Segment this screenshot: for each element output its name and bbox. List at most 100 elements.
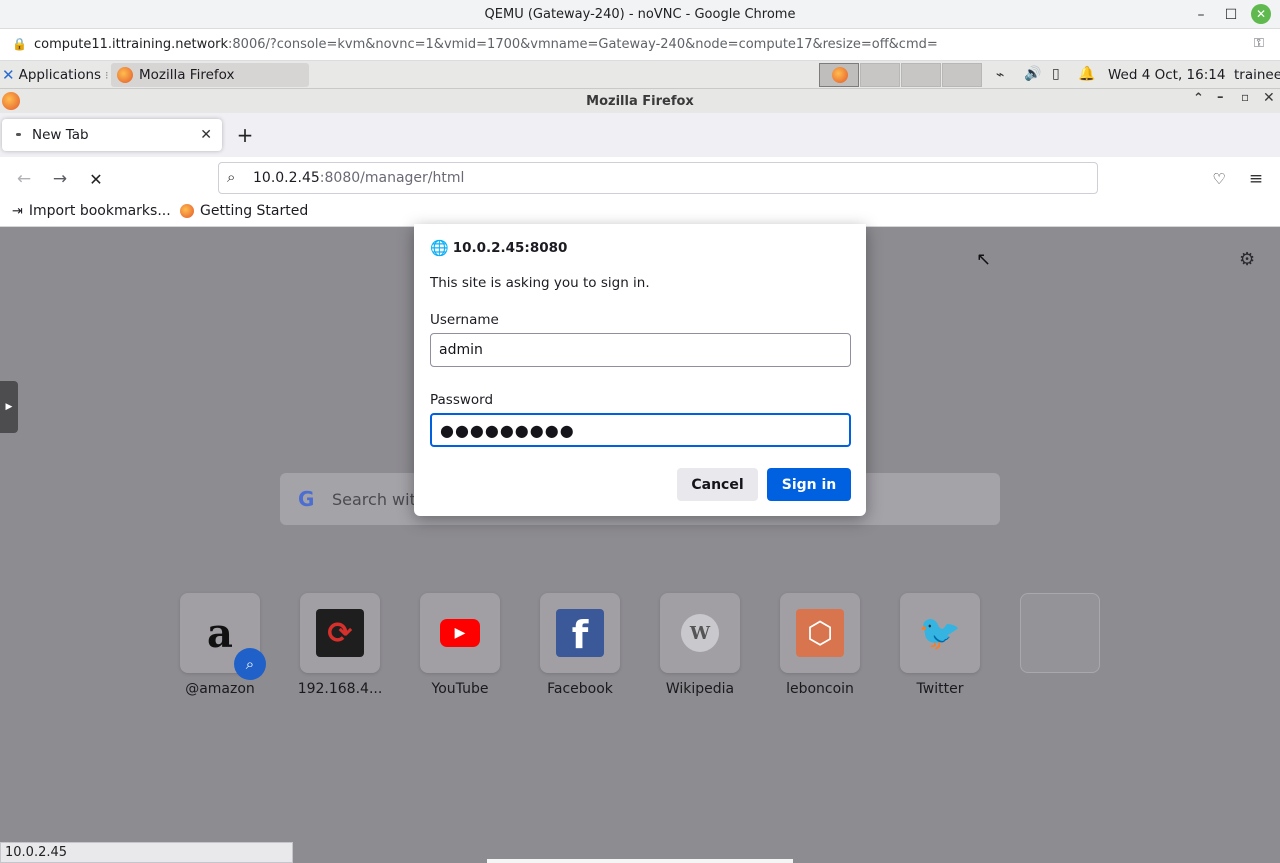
applications-label: Applications: [18, 67, 102, 83]
firefox-titlebar: Mozilla Firefox ⌃ – ▫ ✕: [0, 89, 1280, 113]
tab-label: New Tab: [32, 127, 89, 143]
sync-circle-icon: ⟳: [316, 609, 364, 657]
workspace-1[interactable]: [819, 63, 859, 87]
url-input[interactable]: ⌕ 10.0.2.45:8080/manager/html: [218, 162, 1098, 194]
firefox-icon: [117, 67, 133, 83]
xfce-logo-icon: ✕: [2, 66, 15, 84]
tile-label: Twitter: [916, 681, 964, 697]
tile-box: 🐦: [900, 593, 980, 673]
minimize-icon[interactable]: –: [1186, 0, 1216, 29]
wikipedia-globe-icon: W: [681, 614, 719, 652]
tile-label: 192.168.4...: [297, 681, 383, 697]
google-g-icon: G: [298, 487, 315, 511]
sidebar-expand-handle[interactable]: ▶: [0, 381, 18, 433]
workspace-2[interactable]: [860, 63, 900, 87]
dialog-host-text: 10.0.2.45:8080: [452, 240, 568, 256]
forward-arrow-icon[interactable]: →: [47, 166, 73, 192]
import-icon: ⇥: [12, 203, 23, 219]
close-icon[interactable]: ✕: [1251, 4, 1271, 24]
top-site-tile[interactable]: ▶ YouTube: [420, 593, 500, 697]
tile-box: W: [660, 593, 740, 673]
dialog-message: This site is asking you to sign in.: [430, 275, 650, 291]
chrome-url-host: compute11.ittraining.network: [34, 37, 229, 52]
amazon-icon: a: [196, 609, 244, 657]
tile-label: Wikipedia: [665, 681, 735, 697]
network-icon[interactable]: ⌁: [996, 67, 1004, 83]
separator-icon: ⁝: [105, 68, 109, 82]
tile-box: [1020, 593, 1100, 673]
maximize-icon[interactable]: ☐: [1216, 0, 1246, 29]
top-site-tile[interactable]: ⟳ 192.168.4...: [298, 593, 382, 697]
workspace-4[interactable]: [942, 63, 982, 87]
top-site-tile[interactable]: ⬡ leboncoin: [780, 593, 860, 697]
top-site-tile[interactable]: 🐦 Twitter: [900, 593, 980, 697]
cancel-button[interactable]: Cancel: [677, 468, 758, 501]
firefox-tabbar: New Tab ✕ +: [0, 113, 1280, 157]
youtube-play-icon: ▶: [440, 619, 480, 647]
panel-clock[interactable]: Wed 4 Oct, 16:14: [1108, 61, 1225, 89]
bookmarks-toolbar: ⇥ Import bookmarks... Getting Started: [0, 199, 1280, 227]
notification-bell-icon[interactable]: 🔔: [1078, 66, 1095, 82]
firefox-icon: [180, 204, 194, 218]
tile-box: ⟳: [300, 593, 380, 673]
lock-icon: 🔒: [12, 37, 27, 51]
bookmark-import[interactable]: ⇥ Import bookmarks...: [12, 203, 171, 219]
password-label: Password: [430, 392, 494, 408]
firefox-navbar: ← → ✕ ⌕ 10.0.2.45:8080/manager/html ♡ ≡: [0, 157, 1280, 199]
chrome-address-bar[interactable]: 🔒 compute11.ittraining.network:8006/?con…: [0, 29, 1280, 61]
search-placeholder: Search wit: [332, 489, 416, 509]
top-site-tile[interactable]: a ⌕ @amazon: [180, 593, 266, 697]
globe-icon: 🌐: [430, 239, 449, 257]
stop-loading-icon[interactable]: ✕: [83, 166, 109, 192]
top-site-tile[interactable]: W Wikipedia: [660, 593, 740, 697]
gear-icon[interactable]: ⚙: [1239, 249, 1255, 270]
tile-box: ▶: [420, 593, 500, 673]
tile-label: Facebook: [547, 681, 613, 697]
empty-site-tile[interactable]: [1020, 593, 1100, 673]
panel-user[interactable]: trainee: [1234, 61, 1280, 89]
tile-box: ⬡: [780, 593, 860, 673]
username-label: Username: [430, 312, 499, 328]
auth-dialog: 🌐 10.0.2.45:8080 This site is asking you…: [414, 224, 866, 516]
twitter-bird-icon: 🐦: [918, 613, 962, 653]
mouse-cursor-icon: ↖: [976, 249, 992, 270]
applications-menu[interactable]: ✕ Applications ⁝: [2, 61, 109, 89]
facebook-f-icon: f: [556, 609, 604, 657]
bookmark-getting-started[interactable]: Getting Started: [180, 203, 308, 219]
new-tab-plus-icon[interactable]: +: [233, 123, 257, 147]
minimize-icon[interactable]: –: [1217, 90, 1224, 105]
maximize-icon[interactable]: ▫: [1241, 90, 1249, 104]
username-field[interactable]: [430, 333, 851, 367]
volume-icon[interactable]: 🔊: [1024, 66, 1041, 82]
chrome-titlebar: QEMU (Gateway-240) - noVNC - Google Chro…: [0, 0, 1280, 29]
back-arrow-icon[interactable]: ←: [11, 166, 37, 192]
dialog-host: 🌐 10.0.2.45:8080: [430, 239, 567, 257]
hamburger-menu-icon[interactable]: ≡: [1243, 166, 1269, 192]
pocket-icon[interactable]: ♡: [1206, 166, 1232, 192]
bookmark-label: Getting Started: [200, 203, 309, 219]
tile-box: f: [540, 593, 620, 673]
taskbar-firefox[interactable]: Mozilla Firefox: [111, 63, 309, 87]
search-icon: ⌕: [227, 168, 236, 186]
cube-icon: ⬡: [796, 609, 844, 657]
tile-label: leboncoin: [786, 681, 854, 697]
close-icon[interactable]: ✕: [1263, 90, 1275, 106]
chrome-url-rest: :8006/?console=kvm&novnc=1&vmid=1700&vmn…: [228, 37, 938, 52]
firefox-icon: [2, 92, 20, 110]
chevron-up-icon[interactable]: ⌃: [1193, 91, 1204, 106]
key-icon[interactable]: ⚿: [1254, 36, 1264, 51]
workspace-3[interactable]: [901, 63, 941, 87]
close-tab-icon[interactable]: ✕: [200, 127, 212, 143]
window-title: QEMU (Gateway-240) - noVNC - Google Chro…: [484, 6, 796, 22]
password-field[interactable]: [430, 413, 851, 447]
url-host: 10.0.2.45: [253, 170, 320, 186]
top-site-tile[interactable]: f Facebook: [540, 593, 620, 697]
scroll-indicator: [487, 859, 793, 863]
sign-in-button[interactable]: Sign in: [767, 468, 851, 501]
firefox-icon: [832, 67, 848, 83]
tile-label: YouTube: [431, 681, 489, 697]
tab-new-tab[interactable]: New Tab ✕: [2, 119, 222, 151]
battery-icon[interactable]: ▯: [1052, 66, 1060, 82]
firefox-window-title: Mozilla Firefox: [586, 93, 694, 109]
loading-icon: [16, 133, 21, 136]
